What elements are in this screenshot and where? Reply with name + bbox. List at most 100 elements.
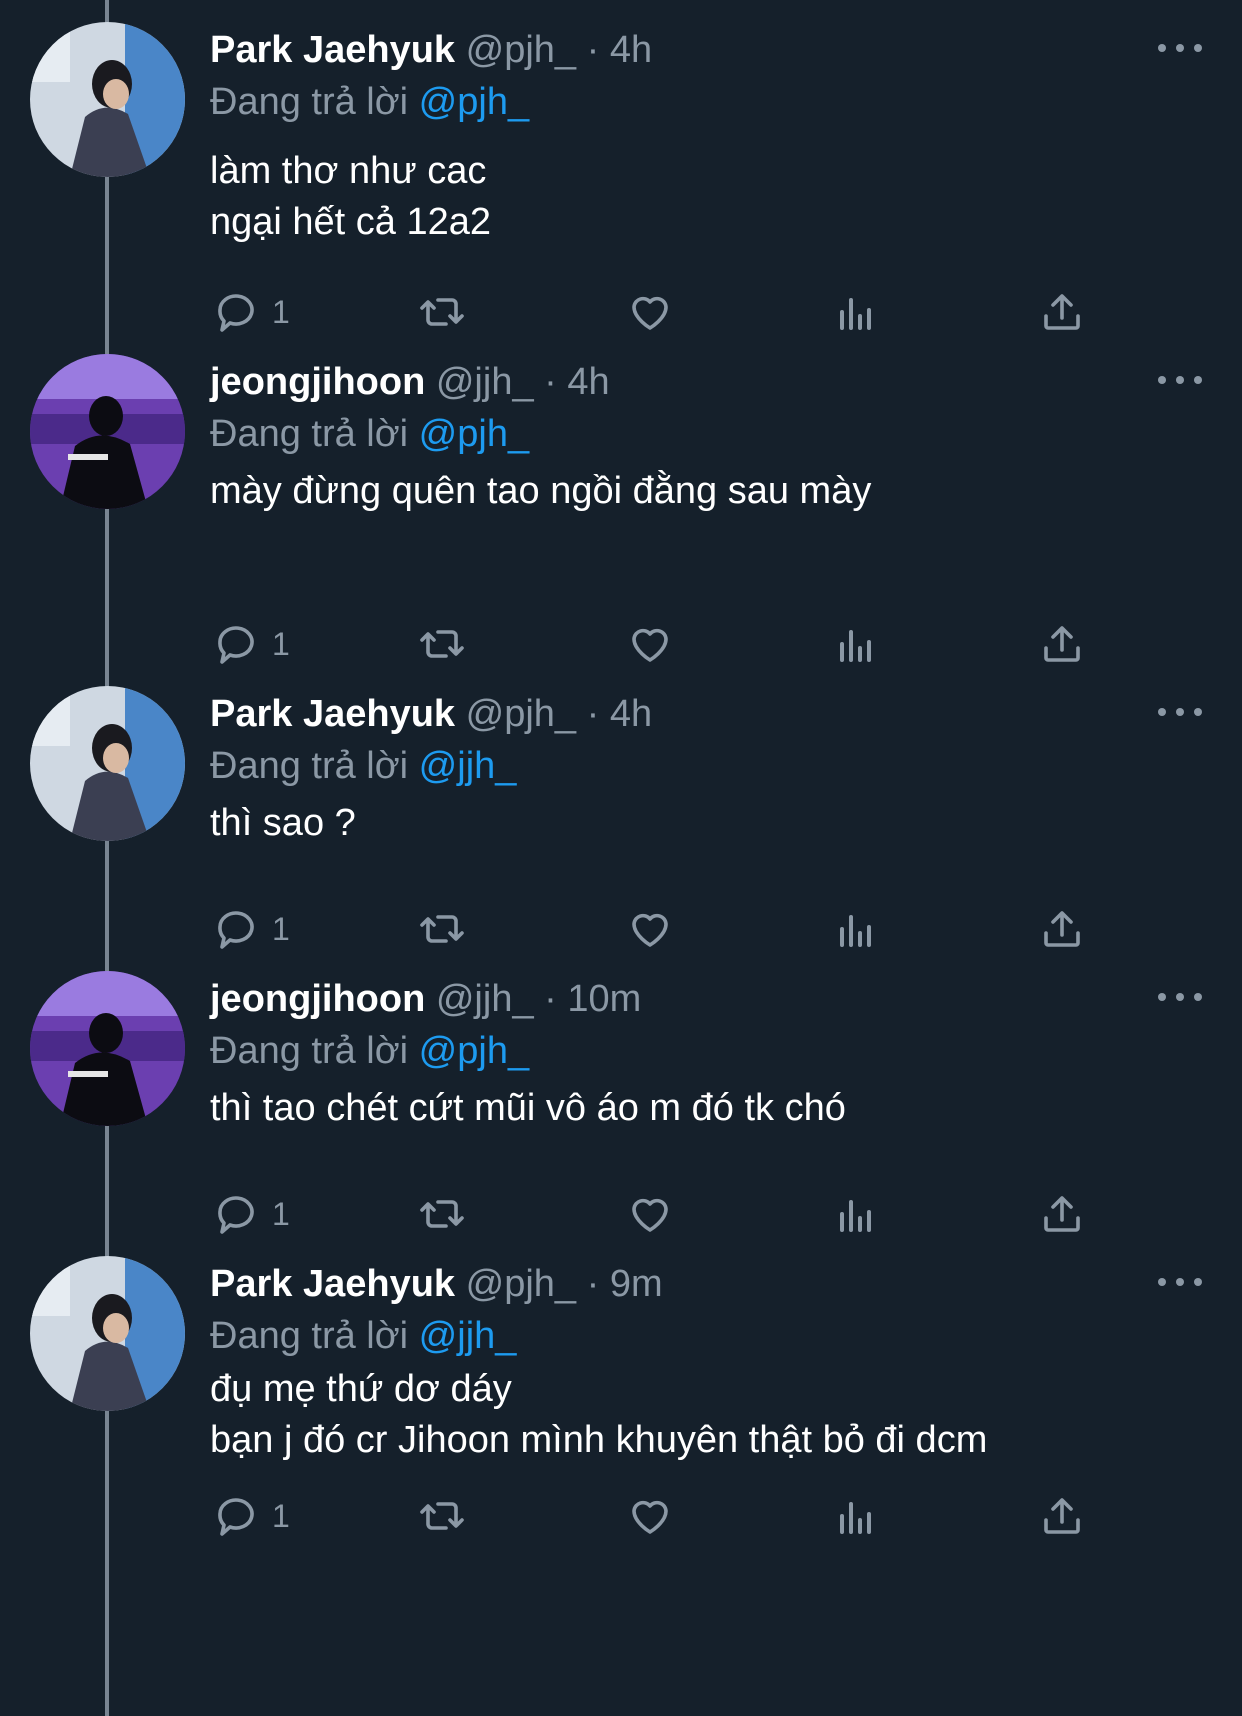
analytics-button[interactable]: [832, 901, 880, 957]
replying-to: Đang trả lời @pjh_: [210, 408, 529, 460]
retweet-icon: [420, 298, 464, 326]
user-handle[interactable]: @pjh_: [466, 29, 576, 71]
reply-button[interactable]: 1: [212, 284, 290, 340]
share-button[interactable]: [1038, 616, 1086, 672]
user-handle[interactable]: @jjh_: [436, 361, 534, 403]
timestamp[interactable]: 4h: [610, 29, 652, 71]
like-button[interactable]: [626, 1488, 674, 1544]
replying-to-handle[interactable]: @jjh_: [419, 745, 517, 787]
analytics-button[interactable]: [832, 1186, 880, 1242]
user-handle[interactable]: @pjh_: [466, 1263, 576, 1305]
display-name[interactable]: Park Jaehyuk: [210, 29, 455, 71]
tweet-text-line: mày đừng quên tao ngồi đằng sau mày: [210, 470, 872, 512]
like-icon: [632, 1198, 668, 1232]
analytics-button[interactable]: [832, 616, 880, 672]
share-button[interactable]: [1038, 1186, 1086, 1242]
more-options-icon[interactable]: [1158, 365, 1202, 395]
share-button[interactable]: [1038, 901, 1086, 957]
avatar-photo-park: [30, 686, 185, 841]
user-handle[interactable]: @pjh_: [466, 693, 576, 735]
like-button[interactable]: [626, 616, 674, 672]
display-name[interactable]: jeongjihoon: [210, 361, 425, 403]
more-options-icon[interactable]: [1158, 697, 1202, 727]
tweet-header: jeongjihoon @jjh_ · 10m: [210, 973, 641, 1025]
separator-dot: ·: [544, 978, 557, 1020]
replying-to-handle[interactable]: @jjh_: [419, 1315, 517, 1357]
retweet-button[interactable]: [418, 1186, 466, 1242]
retweet-icon: [420, 915, 464, 943]
tweet-header: Park Jaehyuk @pjh_ · 9m: [210, 1258, 663, 1310]
analytics-icon: [840, 1200, 871, 1232]
replying-to: Đang trả lời @jjh_: [210, 1310, 516, 1362]
more-options-icon[interactable]: [1158, 33, 1202, 63]
reply-icon: [218, 1498, 254, 1536]
thread-connector-line: [105, 0, 109, 1716]
display-name[interactable]: Park Jaehyuk: [210, 693, 455, 735]
retweet-button[interactable]: [418, 616, 466, 672]
analytics-icon: [840, 1502, 871, 1534]
like-button[interactable]: [626, 284, 674, 340]
separator-dot: ·: [586, 693, 600, 735]
replying-to-label: Đang trả lời: [210, 413, 409, 455]
separator-dot: ·: [586, 29, 600, 71]
reply-icon: [218, 1196, 254, 1234]
analytics-button[interactable]: [832, 284, 880, 340]
avatar[interactable]: [30, 971, 185, 1126]
reply-count: 1: [272, 910, 290, 947]
avatar[interactable]: [30, 1256, 185, 1411]
retweet-icon: [420, 630, 464, 658]
like-button[interactable]: [626, 901, 674, 957]
replying-to-label: Đang trả lời: [210, 1315, 409, 1357]
tweet-text-line: thì tao chét cứt mũi vô áo m đó tk chó: [210, 1087, 846, 1129]
avatar[interactable]: [30, 686, 185, 841]
avatar[interactable]: [30, 22, 185, 177]
replying-to-handle[interactable]: @pjh_: [419, 1030, 529, 1072]
timestamp[interactable]: 9m: [610, 1263, 663, 1305]
like-icon: [632, 1500, 668, 1534]
like-button[interactable]: [626, 1186, 674, 1242]
retweet-button[interactable]: [418, 284, 466, 340]
tweet-text: đụ mẹ thứ dơ dáy bạn j đó cr Jihoon mình…: [210, 1364, 987, 1466]
share-button[interactable]: [1038, 284, 1086, 340]
timestamp[interactable]: 4h: [567, 361, 609, 403]
reply-thread: Park Jaehyuk @pjh_ · 4h Đang trả lời @pj…: [0, 0, 1242, 1716]
reply-count: 1: [272, 1497, 290, 1534]
share-icon: [1044, 626, 1080, 662]
avatar[interactable]: [30, 354, 185, 509]
user-handle[interactable]: @jjh_: [436, 978, 534, 1020]
analytics-icon: [840, 630, 871, 662]
share-icon: [1044, 294, 1080, 330]
replying-to-label: Đang trả lời: [210, 745, 409, 787]
reply-icon: [218, 294, 254, 332]
display-name[interactable]: Park Jaehyuk: [210, 1263, 455, 1305]
tweet-text-line: làm thơ như cac: [210, 150, 487, 192]
reply-button[interactable]: 1: [212, 616, 290, 672]
retweet-button[interactable]: [418, 1488, 466, 1544]
replying-to-label: Đang trả lời: [210, 81, 409, 123]
reply-button[interactable]: 1: [212, 901, 290, 957]
timestamp[interactable]: 4h: [610, 693, 652, 735]
analytics-button[interactable]: [832, 1488, 880, 1544]
retweet-icon: [420, 1200, 464, 1228]
more-options-icon[interactable]: [1158, 1267, 1202, 1297]
replying-to: Đang trả lời @jjh_: [210, 740, 516, 792]
avatar-photo-jeong: [30, 971, 185, 1126]
replying-to: Đang trả lời @pjh_: [210, 1025, 529, 1077]
tweet-text-line: ngại hết cả 12a2: [210, 201, 492, 243]
like-icon: [632, 913, 668, 947]
separator-dot: ·: [544, 361, 557, 403]
replying-to-handle[interactable]: @pjh_: [419, 413, 529, 455]
more-options-icon[interactable]: [1158, 982, 1202, 1012]
display-name[interactable]: jeongjihoon: [210, 978, 425, 1020]
tweet-text-line: đụ mẹ thứ dơ dáy: [210, 1368, 512, 1410]
replying-to: Đang trả lời @pjh_: [210, 76, 529, 128]
timestamp[interactable]: 10m: [567, 978, 641, 1020]
share-button[interactable]: [1038, 1488, 1086, 1544]
tweet-text-line: bạn j đó cr Jihoon mình khuyên thật bỏ đ…: [210, 1419, 988, 1461]
reply-button[interactable]: 1: [212, 1488, 290, 1544]
reply-button[interactable]: 1: [212, 1186, 290, 1242]
tweet-header: Park Jaehyuk @pjh_ · 4h: [210, 24, 652, 76]
replying-to-handle[interactable]: @pjh_: [419, 81, 529, 123]
reply-icon: [218, 911, 254, 949]
retweet-button[interactable]: [418, 901, 466, 957]
